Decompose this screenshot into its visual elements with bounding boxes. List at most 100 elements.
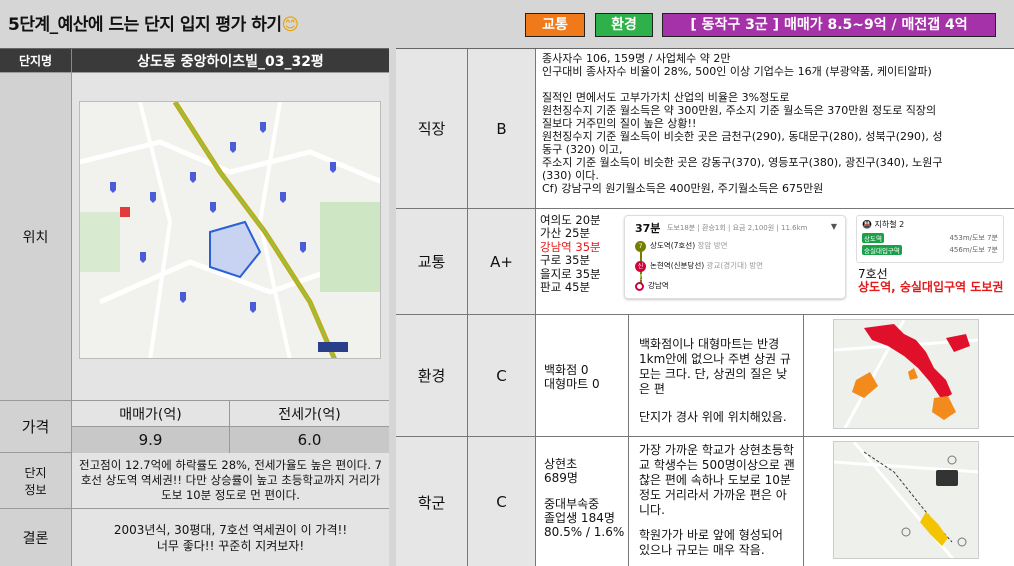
- traffic-tag: 교통: [525, 13, 585, 37]
- conclusion-cell: 2003년식, 30평대, 7호선 역세권이 이 가격!! 너무 좋다!! 꾸준…: [72, 509, 389, 566]
- school-map: [833, 441, 979, 559]
- elementary-school-name: 상현초: [544, 457, 578, 471]
- job-description: 종사자수 106, 159명 / 사업체수 약 2만 인구대비 종사자수 비율이…: [542, 52, 1006, 195]
- nearby-subway-header: 🚇 지하철 2: [862, 219, 998, 230]
- job-body: 종사자수 106, 159명 / 사업체수 약 2만 인구대비 종사자수 비율이…: [536, 49, 1014, 208]
- location-row: 위치: [0, 73, 389, 401]
- nearby-station-distance: 456m/도보 7분: [949, 246, 998, 254]
- nearby-subway-row: 숭실대입구역 456m/도보 7분: [862, 245, 998, 255]
- route-card: 37분 도보18분 | 환승1회 | 요금 2,100원 | 11.6km ▼ …: [624, 215, 846, 299]
- middle-school-name: 중대부속중: [544, 497, 600, 511]
- nearby-station-name: 숭실대입구역: [862, 245, 902, 255]
- school-row: 학군 C 상현초 689명 중대부속중 졸업생 184명 80.5% / 1.6…: [396, 437, 1014, 566]
- route-stop-note: 장암 방면: [697, 241, 728, 250]
- environment-desc-2: 단지가 경사 위에 위치해있음.: [639, 410, 787, 424]
- job-spacer: [542, 78, 1006, 91]
- page-title-text: 5단계_예산에 드는 단지 입지 평가 하기: [8, 15, 282, 35]
- school-label: 학군: [396, 437, 468, 566]
- school-desc-spacer: [639, 518, 797, 528]
- environment-desc-1: 백화점이나 대형마트는 반경 1km안에 없으나 주변 상권 규모는 크다. 단…: [639, 337, 791, 396]
- location-label: 위치: [0, 73, 72, 400]
- job-line: 원천징수지 기준 월소득이 비슷한 곳은 금천구(290), 동대문구(280)…: [542, 130, 943, 143]
- environment-spacer: [639, 397, 797, 410]
- subway-icon: 🚇: [862, 220, 872, 229]
- environment-body: 백화점 0 대형마트 0 백화점이나 대형마트는 반경 1km안에 없으나 주변…: [536, 315, 1014, 436]
- environment-row: 환경 C 백화점 0 대형마트 0 백화점이나 대형마트는 반경 1km안에 없…: [396, 315, 1014, 437]
- route-stop-2: 신분 논현역(신분당선) 광교(경기대) 방면: [635, 260, 763, 281]
- location-map: [79, 101, 381, 359]
- destination-pin-icon: [635, 281, 644, 291]
- commercial-map-graphic: [834, 320, 978, 428]
- conclusion-label: 결론: [0, 509, 72, 566]
- region-price-tag: [ 동작구 3군 ] 매매가 8.5~9억 / 매전갭 4억: [662, 13, 996, 37]
- price-label: 가격: [0, 401, 72, 452]
- job-line: 종사자수 106, 159명 / 사업체수 약 2만: [542, 52, 731, 65]
- job-line: 인구대비 종사자수 비율이 28%, 500인 이상 기업수는 16개 (부광약…: [542, 65, 932, 78]
- station-names: 상도역, 숭실대입구역 도보권: [858, 280, 1004, 294]
- complex-info-label: 단지 정보: [0, 453, 72, 508]
- job-line: 질보다 거주민의 질이 높은 상황!!: [542, 117, 697, 130]
- environment-grade: C: [468, 315, 536, 436]
- smile-emoji-icon: 😊: [281, 15, 300, 35]
- school-desc-2: 학원가가 바로 앞에 형성되어 있으나 규모는 매우 작음.: [639, 528, 783, 557]
- route-meta: 도보18분 | 환승1회 | 요금 2,100원 | 11.6km: [667, 224, 808, 232]
- complex-summary-panel: 단지명 상도동 중앙하이츠빌_03_32평 위치 가격 매매가(억) 전세가(억…: [0, 48, 389, 566]
- school-desc-1: 가장 가까운 학교가 상현초등학교 학생수는 500명이상으로 괜찮은 편에 속…: [639, 443, 795, 517]
- route-duration: 37분: [635, 222, 661, 235]
- school-spacer: [544, 485, 624, 497]
- complex-name-value: 상도동 중앙하이츠빌_03_32평: [137, 53, 324, 70]
- sale-price-value: 9.9: [72, 427, 230, 453]
- sale-price-header: 매매가(억): [72, 401, 230, 427]
- commute-time-item: 구로 35분: [540, 253, 591, 268]
- nearby-subway-box: 🚇 지하철 2 상도역 453m/도보 7분 숭실대입구역 456m/도보 7분: [856, 215, 1004, 263]
- department-store-count: 백화점 0: [544, 363, 589, 377]
- commute-time-item-highlight: 강남역 35분: [540, 239, 601, 254]
- traffic-row: 교통 A+ 여의도 20분 가산 25분 강남역 35분 구로 35분 을지로 …: [396, 209, 1014, 315]
- conclusion-line-1: 2003년식, 30평대, 7호선 역세권이 이 가격!!: [113, 522, 348, 537]
- route-stop-name: 상도역(7호선): [650, 241, 696, 250]
- middle-school-rates: 80.5% / 1.6%: [544, 525, 625, 539]
- environment-stats: 백화점 0 대형마트 0: [544, 363, 600, 391]
- location-cell: [72, 73, 389, 400]
- route-stop-1: 7 상도역(7호선) 장암 방면: [635, 240, 728, 252]
- complex-name-row: 단지명 상도동 중앙하이츠빌_03_32평: [0, 49, 389, 73]
- shinbundang-badge-icon: 신분: [635, 260, 646, 281]
- nearby-station-distance: 453m/도보 7분: [949, 234, 998, 242]
- nearby-subway-row: 상도역 453m/도보 7분: [862, 233, 998, 243]
- complex-info-text: 전고점이 12.7억에 하락률도 28%, 전세가율도 높은 편이다. 7호선 …: [79, 458, 382, 502]
- route-stop-name: 논현역(신분당선): [650, 261, 705, 270]
- commercial-map: [833, 319, 979, 429]
- location-evaluation-table: 직장 B 종사자수 106, 159명 / 사업체수 약 2만 인구대비 종사자…: [396, 48, 1014, 566]
- job-line: 질적인 면에서도 고부가가치 산업의 비율은 3%정도로: [542, 91, 790, 104]
- traffic-grade: A+: [468, 209, 536, 314]
- environment-label: 환경: [396, 315, 468, 436]
- mart-count: 대형마트 0: [544, 377, 600, 391]
- jeonse-price-value: 6.0: [230, 427, 389, 453]
- job-grade: B: [468, 49, 536, 208]
- school-grade: C: [468, 437, 536, 566]
- elementary-student-count: 689명: [544, 471, 578, 485]
- page-title: 5단계_예산에 드는 단지 입지 평가 하기😊: [8, 10, 299, 35]
- commute-times: 여의도 20분 가산 25분 강남역 35분 구로 35분 을지로 35분 판교…: [540, 213, 601, 294]
- commute-time-item: 여의도 20분: [540, 213, 601, 227]
- job-line: Cf) 강남구의 원기월소득은 400만원, 주기월소득은 675만원: [542, 182, 824, 195]
- panel-divider: [389, 48, 396, 566]
- job-line: (330) 이다.: [542, 169, 599, 182]
- station-summary: 7호선 상도역, 숭실대입구역 도보권: [858, 268, 1003, 294]
- jeonse-price-header: 전세가(억): [230, 401, 389, 427]
- school-map-graphic: [834, 442, 978, 558]
- conclusion-row: 결론 2003년식, 30평대, 7호선 역세권이 이 가격!! 너무 좋다!!…: [0, 509, 389, 566]
- environment-tag: 환경: [595, 13, 653, 37]
- school-description: 가장 가까운 학교가 상현초등학교 학생수는 500명이상으로 괜찮은 편에 속…: [628, 437, 804, 566]
- traffic-body: 여의도 20분 가산 25분 강남역 35분 구로 35분 을지로 35분 판교…: [536, 209, 1014, 314]
- environment-description: 백화점이나 대형마트는 반경 1km안에 없으나 주변 상권 규모는 크다. 단…: [628, 315, 804, 436]
- route-stop-3: 강남역: [635, 280, 669, 291]
- complex-info-row: 단지 정보 전고점이 12.7억에 하락률도 28%, 전세가율도 높은 편이다…: [0, 453, 389, 509]
- traffic-label: 교통: [396, 209, 468, 314]
- chevron-down-icon: ▼: [830, 222, 837, 231]
- nearby-subway-header-text: 지하철 2: [874, 220, 905, 229]
- job-line: 원천징수지 기준 월소득은 약 300만원, 주소지 기준 월소득은 370만원…: [542, 104, 937, 117]
- location-map-graphic: [80, 102, 380, 358]
- middle-graduate-count: 졸업생 184명: [544, 511, 615, 525]
- commute-time-item: 을지로 35분: [540, 266, 601, 281]
